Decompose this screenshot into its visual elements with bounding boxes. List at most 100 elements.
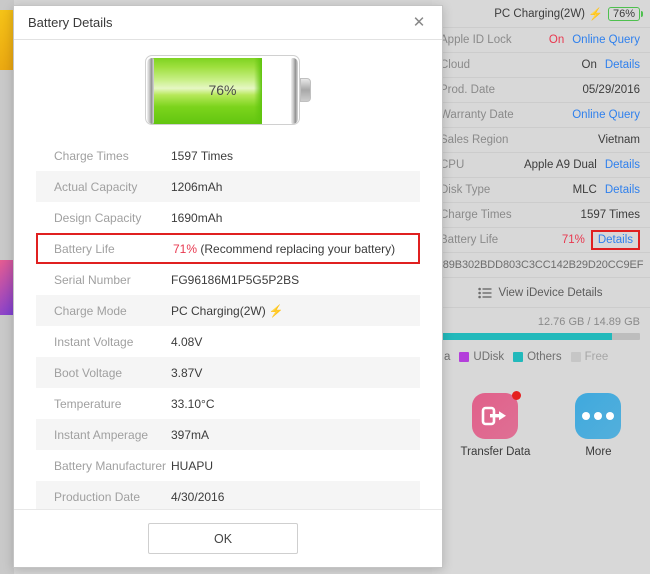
battery-badge-value: 76% (613, 8, 635, 20)
battery-detail-value: 1206mAh (171, 180, 420, 194)
dialog-footer: OK (14, 509, 442, 567)
battery-details-dialog: Battery Details ✕ 76% Charge Times1597 T… (13, 5, 443, 568)
battery-life-percent: 71% (173, 242, 197, 256)
device-info-label: Sales Region (440, 134, 508, 146)
battery-graphic: 76% (145, 55, 311, 125)
battery-life-row: Battery Life 71% Details (432, 228, 650, 253)
dialog-title-bar: Battery Details ✕ (14, 6, 442, 40)
charge-mode-value: PC Charging(2W) (494, 8, 585, 20)
battery-detail-rows: Charge Times1597 TimesActual Capacity120… (14, 140, 442, 509)
view-idevice-details-label: View iDevice Details (499, 287, 603, 299)
battery-badge: 76% (608, 7, 640, 21)
battery-detail-value: PC Charging(2W)⚡ (171, 304, 420, 318)
legend-swatch (459, 352, 469, 362)
battery-status-row: PC Charging(2W) ⚡ 76% (432, 0, 650, 28)
battery-detail-label: Actual Capacity (36, 180, 171, 194)
device-info-label: CPU (440, 159, 464, 171)
device-info-panel: PC Charging(2W) ⚡ 76% Apple ID LockOnOnl… (432, 0, 650, 574)
battery-life-details-link[interactable]: Details (591, 230, 640, 250)
list-icon (478, 287, 492, 299)
device-info-row: Sales RegionVietnam (432, 128, 650, 153)
battery-graphic-section: 76% (14, 40, 442, 140)
battery-life-label: Battery Life (440, 234, 498, 246)
sliver-blob-yellow (0, 10, 14, 70)
legend-item-partial: a (444, 351, 450, 363)
battery-detail-value: 71% (Recommend replacing your battery) (173, 242, 418, 256)
device-info-link[interactable]: Details (605, 59, 640, 71)
battery-detail-row: Boot Voltage3.87V (36, 357, 420, 388)
storage-legend-item: Free (571, 351, 609, 363)
legend-label: Free (585, 351, 609, 363)
battery-detail-value: 4.08V (171, 335, 420, 349)
device-info-row: Warranty DateOnline Query (432, 103, 650, 128)
battery-detail-label: Battery Life (38, 242, 173, 256)
battery-detail-row: Battery Life71% (Recommend replacing you… (36, 233, 420, 264)
sliver-blob-pink (0, 260, 14, 315)
battery-detail-label: Design Capacity (36, 211, 171, 225)
storage-section: 12.76 GB / 14.89 GB a UDiskOthersFree (432, 308, 650, 363)
ok-button[interactable]: OK (148, 523, 298, 554)
device-info-value: 05/29/2016 (582, 84, 640, 96)
background-left-edge (0, 0, 14, 574)
legend-swatch (571, 352, 581, 362)
device-info-link[interactable]: Online Query (572, 34, 640, 46)
battery-detail-label: Temperature (36, 397, 171, 411)
battery-detail-label: Battery Manufacturer (36, 459, 171, 473)
battery-detail-row: Charge Times1597 Times (36, 140, 420, 171)
device-info-label: Prod. Date (440, 84, 495, 96)
battery-detail-value: 1597 Times (171, 149, 420, 163)
notification-badge (512, 391, 521, 400)
device-info-row: Cloud On Details (432, 53, 650, 78)
lightning-bolt-icon: ⚡ (588, 7, 603, 21)
battery-terminal-cap (300, 78, 311, 102)
device-info-value: 1597 Times (581, 209, 640, 221)
device-info-label: Cloud (440, 59, 470, 71)
battery-detail-row: Serial NumberFG96186M1P5G5P2BS (36, 264, 420, 295)
battery-detail-value: 4/30/2016 (171, 490, 420, 504)
device-info-row: Disk TypeMLCDetails (432, 178, 650, 203)
app-shortcut[interactable]: Transfer Data (461, 393, 531, 458)
device-identifier-row: 489B302BDD803C3CC142B29D20CC9EF (432, 253, 650, 278)
battery-detail-row: Temperature33.10°C (36, 388, 420, 419)
charge-mode-text: PC Charging(2W) (171, 304, 266, 318)
legend-swatch (513, 352, 523, 362)
legend-label: Others (527, 351, 562, 363)
battery-detail-value: 1690mAh (171, 211, 420, 225)
view-idevice-details-row[interactable]: View iDevice Details (432, 278, 650, 308)
battery-detail-row: Instant Amperage397mA (36, 419, 420, 450)
battery-detail-row: Design Capacity1690mAh (36, 202, 420, 233)
close-icon[interactable]: ✕ (408, 12, 430, 34)
dialog-body: 76% Charge Times1597 TimesActual Capacit… (14, 40, 442, 509)
app-shortcut[interactable]: More (575, 393, 621, 458)
app-shortcut-label: More (585, 446, 611, 458)
storage-legend-item: UDisk (459, 351, 504, 363)
battery-detail-row: Charge ModePC Charging(2W)⚡ (36, 295, 420, 326)
battery-detail-label: Boot Voltage (36, 366, 171, 380)
battery-detail-value: 397mA (171, 428, 420, 442)
battery-life-recommendation: (Recommend replacing your battery) (197, 242, 395, 256)
app-shortcuts: Transfer Data More (432, 393, 650, 458)
device-info-link[interactable]: Online Query (572, 109, 640, 121)
battery-detail-row: Battery ManufacturerHUAPU (36, 450, 420, 481)
device-info-link[interactable]: Details (605, 159, 640, 171)
battery-detail-value: 33.10°C (171, 397, 420, 411)
battery-life-value: 71% (562, 234, 585, 246)
more-dots-icon (575, 393, 621, 439)
battery-detail-row: Actual Capacity1206mAh (36, 171, 420, 202)
battery-detail-row: Instant Voltage4.08V (36, 326, 420, 357)
device-info-label: Disk Type (440, 184, 490, 196)
device-info-link[interactable]: Details (605, 184, 640, 196)
device-info-row: Charge Times1597 Times (432, 203, 650, 228)
battery-detail-label: Production Date (36, 490, 171, 504)
device-info-row: Apple ID LockOnOnline Query (432, 28, 650, 53)
device-info-rows: Apple ID LockOnOnline Query Cloud On Detail… (432, 28, 650, 228)
battery-detail-value: FG96186M1P5G5P2BS (171, 273, 420, 287)
battery-detail-row: Production Date4/30/2016 (36, 481, 420, 509)
device-info-row: CPUApple A9 DualDetails (432, 153, 650, 178)
storage-bar (442, 333, 640, 340)
device-info-value: On (582, 59, 597, 71)
legend-label: UDisk (473, 351, 504, 363)
battery-detail-label: Charge Mode (36, 304, 171, 318)
dialog-title: Battery Details (28, 15, 408, 30)
app-shortcut-label: Transfer Data (461, 446, 531, 458)
